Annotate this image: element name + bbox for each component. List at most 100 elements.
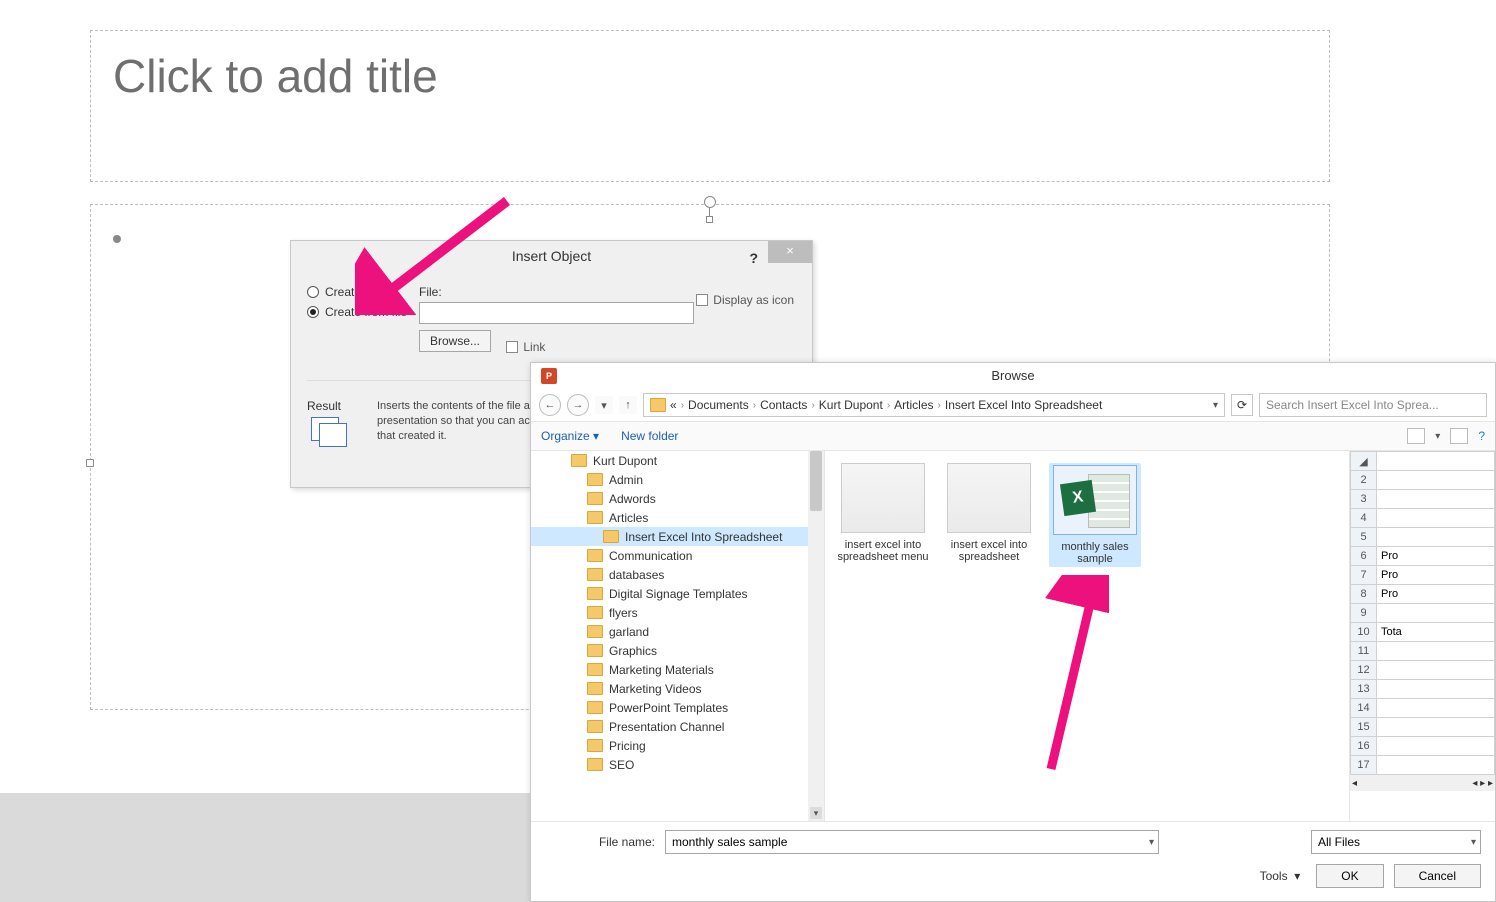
file-item[interactable]: insert excel into spreadsheet <box>943 463 1035 563</box>
row-header[interactable]: 3 <box>1351 490 1377 509</box>
refresh-button[interactable]: ⟳ <box>1231 394 1253 416</box>
row-header[interactable]: 6 <box>1351 547 1377 566</box>
preview-hscroll[interactable]: ◂◂ ▸ ▸ <box>1350 775 1495 791</box>
tree-scroll-down[interactable]: ▾ <box>810 807 822 819</box>
row-header[interactable]: 10 <box>1351 623 1377 642</box>
cell[interactable] <box>1377 680 1495 699</box>
cell[interactable] <box>1377 661 1495 680</box>
view-options-button[interactable] <box>1407 428 1425 444</box>
title-placeholder[interactable]: Click to add title <box>90 30 1330 182</box>
search-input[interactable]: Search Insert Excel Into Sprea... <box>1259 393 1487 417</box>
tree-folder-item[interactable]: garland <box>531 622 824 641</box>
ok-button[interactable]: OK <box>1316 864 1383 888</box>
create-from-file-radio[interactable]: Create from file <box>307 305 419 319</box>
row-header[interactable]: 16 <box>1351 737 1377 756</box>
tree-folder-item[interactable]: Insert Excel Into Spreadsheet <box>531 527 824 546</box>
cell[interactable] <box>1377 528 1495 547</box>
cell[interactable] <box>1377 642 1495 661</box>
up-button[interactable]: ↑ <box>619 396 637 414</box>
display-as-icon-checkbox[interactable]: Display as icon <box>696 293 794 307</box>
folder-tree[interactable]: Kurt DupontAdminAdwordsArticlesInsert Ex… <box>531 451 825 821</box>
tree-folder-item[interactable]: Presentation Channel <box>531 717 824 736</box>
view-dropdown[interactable]: ▾ <box>1435 431 1440 442</box>
tree-folder-item[interactable]: Admin <box>531 470 824 489</box>
row-header[interactable]: 4 <box>1351 509 1377 528</box>
recent-dropdown[interactable]: ▾ <box>595 396 613 414</box>
file-type-filter[interactable]: All Files▾ <box>1311 830 1481 854</box>
cell[interactable]: Tota <box>1377 623 1495 642</box>
tree-folder-item[interactable]: Kurt Dupont <box>531 451 824 470</box>
breadcrumb-segment[interactable]: Kurt Dupont <box>819 398 883 412</box>
link-label: Link <box>523 340 545 354</box>
breadcrumb-segment[interactable]: Insert Excel Into Spreadsheet <box>945 398 1102 412</box>
tree-folder-item[interactable]: SEO <box>531 755 824 774</box>
cell[interactable]: Pro <box>1377 585 1495 604</box>
rotate-handle[interactable] <box>704 196 716 208</box>
file-item[interactable]: insert excel into spreadsheet menu <box>837 463 929 563</box>
tree-folder-item[interactable]: Graphics <box>531 641 824 660</box>
row-header[interactable]: 8 <box>1351 585 1377 604</box>
tree-folder-item[interactable]: Marketing Materials <box>531 660 824 679</box>
checkbox-icon <box>506 341 518 353</box>
cell[interactable] <box>1377 604 1495 623</box>
file-item[interactable]: Xmonthly sales sample <box>1049 463 1141 567</box>
breadcrumb[interactable]: «›Documents›Contacts›Kurt Dupont›Article… <box>643 393 1225 417</box>
tree-scroll-thumb[interactable] <box>810 451 822 511</box>
row-header[interactable]: 5 <box>1351 528 1377 547</box>
tree-folder-item[interactable]: Communication <box>531 546 824 565</box>
select-all-corner[interactable]: ◢ <box>1351 452 1377 471</box>
chevron-right-icon: › <box>938 400 941 411</box>
forward-button[interactable]: → <box>567 394 589 416</box>
breadcrumb-dropdown[interactable]: ▾ <box>1213 400 1218 411</box>
tree-folder-item[interactable]: Marketing Videos <box>531 679 824 698</box>
tree-folder-item[interactable]: databases <box>531 565 824 584</box>
folder-icon <box>587 625 603 638</box>
row-header[interactable]: 13 <box>1351 680 1377 699</box>
breadcrumb-segment[interactable]: « <box>670 398 677 412</box>
file-list[interactable]: insert excel into spreadsheet menu insert… <box>825 451 1349 821</box>
row-header[interactable]: 11 <box>1351 642 1377 661</box>
row-header[interactable]: 17 <box>1351 756 1377 775</box>
cell[interactable] <box>1377 699 1495 718</box>
file-item-label: insert excel into spreadsheet menu <box>837 539 929 563</box>
cell[interactable] <box>1377 490 1495 509</box>
cell[interactable] <box>1377 471 1495 490</box>
tree-item-label: PowerPoint Templates <box>609 701 728 715</box>
cell[interactable] <box>1377 718 1495 737</box>
row-header[interactable]: 12 <box>1351 661 1377 680</box>
preview-pane-button[interactable] <box>1450 428 1468 444</box>
tree-folder-item[interactable]: Digital Signage Templates <box>531 584 824 603</box>
close-button[interactable]: × <box>768 241 812 263</box>
row-header[interactable]: 7 <box>1351 566 1377 585</box>
tree-folder-item[interactable]: PowerPoint Templates <box>531 698 824 717</box>
breadcrumb-segment[interactable]: Contacts <box>760 398 807 412</box>
tree-folder-item[interactable]: Pricing <box>531 736 824 755</box>
browse-button[interactable]: Browse... <box>419 330 491 352</box>
cell[interactable]: Pro <box>1377 547 1495 566</box>
back-button[interactable]: ← <box>539 394 561 416</box>
cancel-button[interactable]: Cancel <box>1394 864 1481 888</box>
file-path-input[interactable] <box>419 302 694 324</box>
row-header[interactable]: 15 <box>1351 718 1377 737</box>
tree-folder-item[interactable]: flyers <box>531 603 824 622</box>
resize-handle-left[interactable] <box>86 459 94 467</box>
tree-folder-item[interactable]: Articles <box>531 508 824 527</box>
breadcrumb-segment[interactable]: Articles <box>894 398 933 412</box>
organize-menu[interactable]: Organize ▾ <box>541 429 599 443</box>
help-icon[interactable]: ? <box>1478 429 1485 443</box>
filename-input[interactable]: monthly sales sample▾ <box>665 830 1159 854</box>
new-folder-button[interactable]: New folder <box>621 429 678 443</box>
tree-folder-item[interactable]: Adwords <box>531 489 824 508</box>
row-header[interactable]: 2 <box>1351 471 1377 490</box>
cell[interactable]: Pro <box>1377 566 1495 585</box>
row-header[interactable]: 14 <box>1351 699 1377 718</box>
cell[interactable] <box>1377 509 1495 528</box>
link-checkbox[interactable]: Link <box>506 340 545 354</box>
create-new-radio[interactable]: Create new <box>307 285 419 299</box>
breadcrumb-segment[interactable]: Documents <box>688 398 749 412</box>
row-header[interactable]: 9 <box>1351 604 1377 623</box>
help-button[interactable]: ? <box>749 243 758 273</box>
tools-menu[interactable]: Tools ▾ <box>1260 869 1301 883</box>
cell[interactable] <box>1377 756 1495 775</box>
cell[interactable] <box>1377 737 1495 756</box>
